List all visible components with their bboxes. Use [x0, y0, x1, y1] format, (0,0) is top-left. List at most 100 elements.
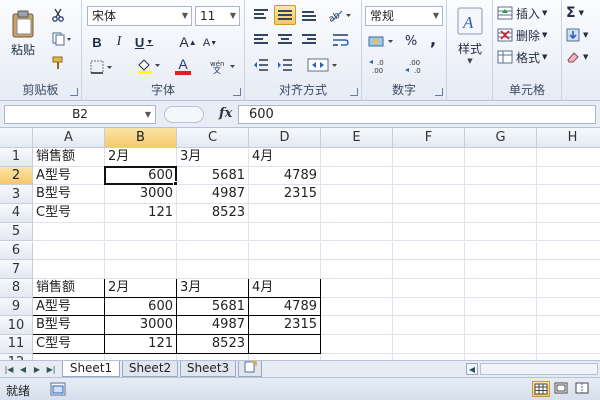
- cell-d1[interactable]: 4月: [249, 148, 321, 167]
- macro-record-button[interactable]: [50, 382, 66, 396]
- orientation-button[interactable]: ab: [327, 6, 355, 24]
- sheet-tab[interactable]: Sheet1: [62, 361, 120, 377]
- horizontal-scrollbar[interactable]: [480, 363, 598, 375]
- first-sheet-icon[interactable]: |◀: [3, 363, 15, 375]
- column-header[interactable]: C: [177, 128, 249, 148]
- last-sheet-icon[interactable]: ▶|: [45, 363, 57, 375]
- insert-sheet-button[interactable]: [238, 361, 262, 377]
- row-header[interactable]: 9: [0, 297, 33, 317]
- cell-f7[interactable]: [393, 260, 465, 279]
- insert-cells-button[interactable]: 插入 ▼: [497, 4, 559, 22]
- cell-a2[interactable]: A型号: [33, 166, 105, 186]
- row-header[interactable]: 2: [0, 166, 33, 186]
- cell-g9[interactable]: [465, 297, 537, 317]
- cell-a10[interactable]: B型号: [33, 316, 105, 335]
- cell-e4[interactable]: [321, 204, 393, 223]
- underline-button[interactable]: U ▼: [132, 33, 156, 51]
- cell-d7[interactable]: [249, 260, 321, 279]
- cell-b2[interactable]: 600: [105, 166, 177, 186]
- cell-g5[interactable]: [465, 222, 537, 242]
- cell-h8[interactable]: [537, 279, 600, 298]
- styles-button[interactable]: A 样式 ▼: [451, 4, 489, 66]
- cell-a8[interactable]: 销售额: [33, 278, 105, 298]
- cell-f5[interactable]: [393, 222, 465, 242]
- cell-f4[interactable]: [393, 204, 465, 223]
- format-cells-button[interactable]: 格式 ▼: [497, 48, 559, 66]
- cell-c11[interactable]: 8523: [177, 335, 249, 354]
- cell-e5[interactable]: [321, 222, 393, 242]
- sheet-tab[interactable]: Sheet2: [122, 361, 178, 377]
- column-header[interactable]: D: [249, 128, 321, 148]
- row-header[interactable]: 8: [0, 278, 33, 298]
- comma-style-button[interactable]: ,: [424, 30, 442, 49]
- cell-h2[interactable]: [537, 167, 600, 186]
- cell-c9[interactable]: 5681: [177, 297, 249, 317]
- cell-b5[interactable]: [105, 222, 177, 242]
- cell-f8[interactable]: [393, 278, 465, 298]
- cell-b4[interactable]: 121: [105, 204, 177, 223]
- cell-h4[interactable]: [537, 204, 600, 223]
- cell-e3[interactable]: [321, 185, 393, 205]
- cell-e7[interactable]: [321, 260, 393, 279]
- cell-e10[interactable]: [321, 316, 393, 335]
- cell-a7[interactable]: [33, 260, 105, 279]
- cell-b3[interactable]: 3000: [105, 185, 177, 205]
- cell-c6[interactable]: [177, 241, 249, 261]
- cell-b9[interactable]: 600: [105, 297, 177, 317]
- format-painter-button[interactable]: [48, 54, 68, 72]
- percent-style-button[interactable]: %: [402, 32, 420, 50]
- next-sheet-icon[interactable]: ▶: [31, 363, 43, 375]
- cell-g10[interactable]: [465, 316, 537, 335]
- cell-f10[interactable]: [393, 316, 465, 335]
- cell-d6[interactable]: [249, 241, 321, 261]
- copy-button[interactable]: [48, 30, 76, 48]
- align-left-button[interactable]: [251, 31, 271, 49]
- align-center-button[interactable]: [275, 31, 295, 49]
- select-all-corner[interactable]: [0, 128, 33, 148]
- row-header[interactable]: 6: [0, 241, 33, 261]
- cell-h7[interactable]: [537, 260, 600, 279]
- font-color-button[interactable]: A: [168, 56, 198, 76]
- cell-f1[interactable]: [393, 148, 465, 167]
- cell-a3[interactable]: B型号: [33, 185, 105, 205]
- cell-g1[interactable]: [465, 148, 537, 167]
- align-right-button[interactable]: [299, 31, 319, 49]
- row-header[interactable]: 10: [0, 316, 33, 335]
- cell-h9[interactable]: [537, 298, 600, 317]
- cell-g11[interactable]: [465, 335, 537, 354]
- row-header[interactable]: 4: [0, 204, 33, 223]
- column-header[interactable]: E: [321, 128, 393, 148]
- cell-c4[interactable]: 8523: [177, 204, 249, 223]
- cell-b11[interactable]: 121: [105, 335, 177, 354]
- column-header[interactable]: A: [33, 128, 105, 148]
- cell-h5[interactable]: [537, 223, 600, 242]
- row-header[interactable]: 7: [0, 260, 33, 279]
- column-header[interactable]: G: [465, 128, 537, 148]
- clipboard-dialog-launcher[interactable]: [70, 88, 78, 96]
- cell-d9[interactable]: 4789: [249, 297, 321, 317]
- cell-b8[interactable]: 2月: [105, 278, 177, 298]
- cell-f2[interactable]: [393, 166, 465, 186]
- cell-a1[interactable]: 销售额: [33, 148, 105, 167]
- cell-d5[interactable]: [249, 222, 321, 242]
- cell-b10[interactable]: 3000: [105, 316, 177, 335]
- cell-g3[interactable]: [465, 185, 537, 205]
- cell-c7[interactable]: [177, 260, 249, 279]
- grow-font-button[interactable]: A ▲: [178, 33, 198, 51]
- column-header[interactable]: H: [537, 128, 600, 148]
- borders-button[interactable]: [88, 58, 116, 76]
- cell-c1[interactable]: 3月: [177, 148, 249, 167]
- column-header[interactable]: F: [393, 128, 465, 148]
- cell-c5[interactable]: [177, 222, 249, 242]
- row-header[interactable]: 3: [0, 185, 33, 205]
- cell-d10[interactable]: 2315: [249, 316, 321, 335]
- merge-center-button[interactable]: [305, 56, 341, 74]
- fill-button[interactable]: ▼: [566, 26, 596, 44]
- cell-h3[interactable]: [537, 185, 600, 205]
- cell-a4[interactable]: C型号: [33, 204, 105, 223]
- cell-a9[interactable]: A型号: [33, 297, 105, 317]
- worksheet-grid[interactable]: A B C D E F G H 1 销售额 2月 3月 4月 2 A型号 600 5681 4789 3 B型号 300…: [0, 128, 600, 360]
- cell-g8[interactable]: [465, 278, 537, 298]
- cell-d4[interactable]: [249, 204, 321, 223]
- cell-f11[interactable]: [393, 335, 465, 354]
